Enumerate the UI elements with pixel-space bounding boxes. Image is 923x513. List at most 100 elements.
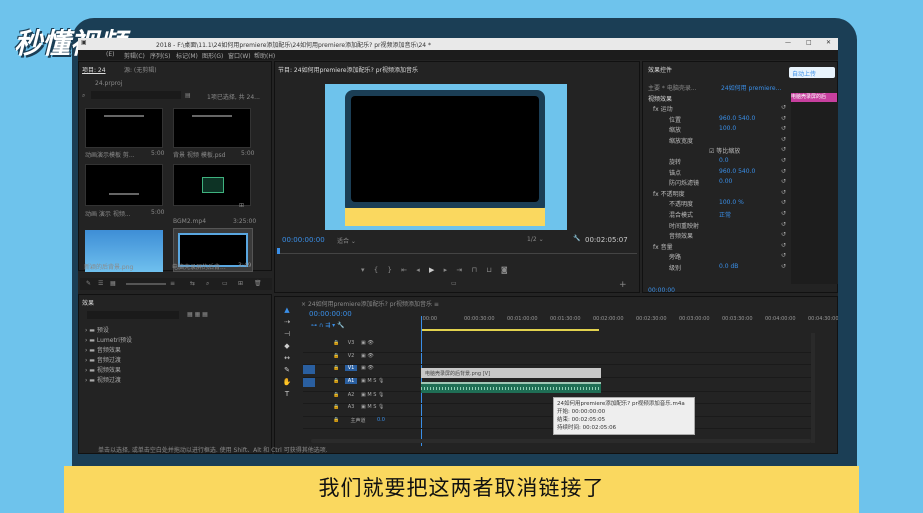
project-item-thumb[interactable] — [173, 108, 251, 148]
add-button-icon[interactable]: + — [619, 280, 627, 290]
mark-in-icon[interactable]: { — [374, 266, 378, 274]
menu-help[interactable]: 帮助(H) — [254, 51, 275, 60]
razor-icon[interactable]: ◆ — [280, 340, 294, 352]
selection-tool-icon[interactable]: ▲ — [280, 304, 294, 316]
minimize-button[interactable]: — — [785, 39, 791, 46]
project-search-input[interactable] — [91, 91, 181, 99]
mute-solo-mic-icons[interactable]: ▣ M S 🎙 — [361, 378, 384, 384]
audio-waveform-thumb[interactable] — [173, 164, 251, 206]
project-item-thumb[interactable] — [85, 108, 163, 148]
fit-dropdown[interactable]: 适合 ⌄ — [337, 236, 356, 245]
reset-icon[interactable]: ↺ — [781, 231, 786, 238]
step-back-icon[interactable]: ◂ — [416, 266, 420, 274]
list-view-icon[interactable]: ☰ — [98, 280, 103, 287]
reset-icon[interactable]: ↺ — [781, 115, 786, 122]
track-label[interactable]: V3 — [345, 340, 357, 346]
menu-sequence[interactable]: 序列(S) — [150, 51, 171, 60]
track-label[interactable]: A3 — [345, 404, 357, 410]
new-bin-icon[interactable]: ▭ — [222, 280, 228, 287]
program-video-frame[interactable] — [325, 84, 567, 230]
track-label[interactable]: V2 — [345, 353, 357, 359]
source-patch[interactable] — [303, 365, 315, 374]
sort-icon[interactable]: ≡ — [170, 280, 175, 287]
timeline-timecode[interactable]: 00:00:00:00 — [309, 310, 352, 318]
icon-view-icon[interactable]: ▦ — [110, 280, 116, 287]
resolution-dropdown[interactable]: 1/2 ⌄ — [527, 236, 544, 243]
master-volume-value[interactable]: 0.0 — [377, 417, 385, 423]
effect-property-value[interactable]: 0.00 — [719, 178, 732, 185]
timeline-ruler[interactable]: :00:00 00:00:30:00 00:01:00:00 00:01:30:00 0… — [421, 316, 838, 328]
menu-graphics[interactable]: 图形(G) — [202, 51, 223, 60]
step-forward-icon[interactable]: ▸ — [444, 266, 448, 274]
auto-upload-button[interactable]: 自动上传 — [789, 67, 835, 78]
track-label[interactable]: V1 — [345, 365, 357, 371]
video-clip[interactable]: 电脑壳录屏的后背景.png [V] — [421, 368, 601, 378]
search-icon[interactable]: ⌕ — [82, 92, 85, 100]
sequence-clip-label[interactable]: 24如何用 premiere... — [721, 83, 781, 92]
menu-clip[interactable]: 剪辑(C) — [124, 51, 145, 60]
pencil-icon[interactable]: ✎ — [86, 280, 91, 287]
eye-icon[interactable]: ▣ 👁 — [361, 365, 374, 371]
effect-property-row[interactable]: 位置 960.0 540.0 ↺ — [653, 115, 789, 126]
reset-icon[interactable]: ↺ — [781, 210, 786, 217]
hand-icon[interactable]: ✋ — [280, 376, 294, 388]
lock-icon[interactable]: 🔒 — [333, 404, 339, 410]
mute-solo-mic-icons[interactable]: ▣ M S 🎙 — [361, 404, 384, 410]
effect-property-value[interactable]: 960.0 540.0 — [719, 115, 755, 122]
effect-property-value[interactable]: 0.0 — [719, 157, 729, 164]
effect-property-value[interactable]: 0.0 dB — [719, 263, 738, 270]
go-to-out-icon[interactable]: ⇥ — [456, 266, 462, 274]
effects-category[interactable]: › ▬ 预设 — [85, 325, 132, 335]
effect-property-row[interactable]: 锚点 960.0 540.0 ↺ — [653, 168, 789, 179]
reset-icon[interactable]: ↺ — [781, 263, 786, 270]
folder-icon[interactable]: ▤ — [185, 92, 191, 99]
camera-icon[interactable]: ◙ — [501, 266, 508, 274]
play-icon[interactable]: ▶ — [429, 266, 434, 274]
accelerated-icon[interactable]: ▦ ▦ ▦ — [187, 311, 208, 318]
track-header[interactable]: 🔒 V2 ▣ 👁 — [303, 353, 811, 365]
wrench-icon[interactable]: 🔧 — [573, 235, 580, 242]
effects-category[interactable]: › ▬ 视频效果 — [85, 365, 132, 375]
effects-category[interactable]: › ▬ 视频过渡 — [85, 375, 132, 385]
timeline-scrollbar[interactable] — [811, 333, 815, 443]
reset-icon[interactable]: ↺ — [781, 125, 786, 132]
go-to-in-icon[interactable]: ⇤ — [401, 266, 407, 274]
find-icon[interactable]: ⌕ — [206, 280, 209, 288]
lock-icon[interactable]: 🔒 — [333, 365, 339, 371]
zoom-slider[interactable] — [126, 283, 166, 285]
type-tool-icon[interactable]: T — [280, 388, 294, 400]
effect-property-row[interactable]: 旋转 0.0 ↺ — [653, 157, 789, 168]
track-label[interactable]: 主声道 — [345, 417, 371, 424]
slip-icon[interactable]: ↔ — [280, 352, 294, 364]
program-timecode[interactable]: 00:00:00:00 — [282, 236, 325, 244]
effect-property-row[interactable]: ☑ 等比缩放 ↺ — [653, 146, 789, 157]
effect-property-row[interactable]: fx 运动 ↺ — [653, 104, 789, 115]
reset-icon[interactable]: ↺ — [781, 168, 786, 175]
reset-icon[interactable]: ↺ — [781, 104, 786, 111]
ripple-edit-icon[interactable]: ⊣ — [280, 328, 294, 340]
lock-icon[interactable]: 🔒 — [333, 392, 339, 398]
reset-icon[interactable]: ↺ — [781, 178, 786, 185]
menu-window[interactable]: 窗口(W) — [228, 51, 251, 60]
audio-clip[interactable] — [421, 382, 601, 393]
effect-property-value[interactable]: ☑ 等比缩放 — [709, 146, 740, 155]
menu-marker[interactable]: 标记(M) — [176, 51, 198, 60]
timeline-tool-icons[interactable]: ⊶ ∩ ⇶ ▾ 🔧 — [311, 322, 345, 329]
lock-icon[interactable]: 🔒 — [333, 378, 339, 384]
effect-property-value[interactable]: 100.0 — [719, 125, 736, 132]
effect-property-value[interactable]: 960.0 540.0 — [719, 168, 755, 175]
effect-property-row[interactable]: 音频效果 ↺ — [653, 231, 789, 242]
effects-category[interactable]: › ▬ 音频过渡 — [85, 355, 132, 365]
tab-project[interactable]: 项目: 24 — [82, 65, 106, 74]
reset-icon[interactable]: ↺ — [781, 252, 786, 259]
reset-icon[interactable]: ↺ — [781, 157, 786, 164]
keyframe-area[interactable] — [791, 102, 838, 284]
eye-icon[interactable]: ▣ 👁 — [361, 340, 374, 346]
effects-category[interactable]: › ▬ Lumetri预设 — [85, 335, 132, 345]
timeline-tab[interactable]: × 24如何用premiere添加配乐? pr视频添加音乐 ≡ — [301, 299, 439, 308]
effects-category[interactable]: › ▬ 音频效果 — [85, 345, 132, 355]
close-button[interactable]: ✕ — [826, 39, 831, 46]
effect-property-row[interactable]: 混合模式 正常 ↺ — [653, 210, 789, 221]
extract-icon[interactable]: ⊔ — [486, 266, 491, 274]
reset-icon[interactable]: ↺ — [781, 221, 786, 228]
